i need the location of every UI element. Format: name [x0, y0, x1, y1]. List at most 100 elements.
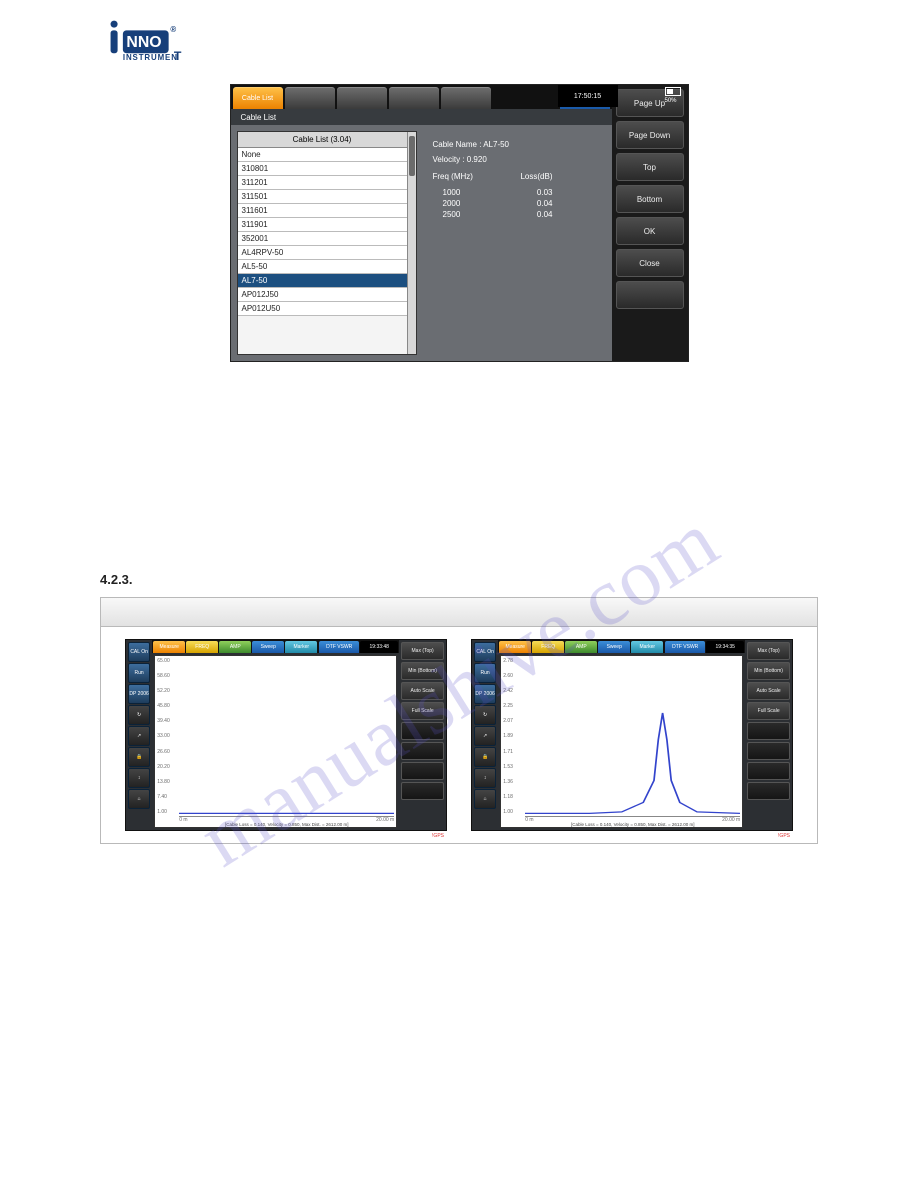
ytick: 1.71 — [503, 749, 513, 755]
mini-tab-marker[interactable]: Marker — [285, 641, 317, 653]
loss-cell: 0.04 — [493, 209, 553, 220]
left-btn-2[interactable]: DP 2006 — [474, 684, 496, 704]
cable-row[interactable]: AL4RPV-50 — [238, 246, 407, 260]
loss-cell: 0.04 — [493, 198, 553, 209]
left-btn-0[interactable]: CAL On — [474, 642, 496, 662]
cable-row[interactable]: AL7-50 — [238, 274, 407, 288]
page-down-button[interactable]: Page Down — [616, 121, 684, 149]
clock-area: 17:50:15 — [558, 85, 618, 107]
ok-button[interactable]: OK — [616, 217, 684, 245]
cable-row[interactable]: 311501 — [238, 190, 407, 204]
left-btn-6[interactable]: ↕ — [474, 768, 496, 788]
cable-row[interactable]: AL5-50 — [238, 260, 407, 274]
gps-indicator: !GPS — [432, 833, 444, 839]
scrollbar-thumb[interactable] — [409, 136, 415, 176]
cable-list-header: Cable List (3.04) — [238, 132, 407, 148]
cable-detail-panel: Cable Name : AL7-50 Velocity : 0.920 Fre… — [423, 125, 612, 361]
mini-tab-freq[interactable]: FREQ — [532, 641, 564, 653]
close-button[interactable]: Close — [616, 249, 684, 277]
cable-row[interactable]: AP012J50 — [238, 288, 407, 302]
mini-tab-freq[interactable]: FREQ — [186, 641, 218, 653]
scrollbar[interactable] — [407, 132, 416, 354]
cable-row[interactable]: 310801 — [238, 162, 407, 176]
svg-text:NNO: NNO — [126, 34, 161, 51]
tab-3[interactable] — [337, 87, 387, 109]
blank-button — [747, 762, 790, 780]
mini-tab-amp[interactable]: AMP — [565, 641, 597, 653]
top-tab-strip: Cable List Cable List — [231, 85, 612, 109]
left-btn-4[interactable]: ↗ — [128, 726, 150, 746]
ytick: 65.00 — [157, 658, 170, 664]
auto-scale-button[interactable]: Auto Scale — [401, 682, 444, 700]
full-scale-button[interactable]: Full Scale — [747, 702, 790, 720]
left-btn-6[interactable]: ↕ — [128, 768, 150, 788]
blank-button — [747, 742, 790, 760]
cable-row[interactable]: 311901 — [238, 218, 407, 232]
left-btn-1[interactable]: Run — [128, 663, 150, 683]
trace-right — [525, 658, 740, 815]
cable-row[interactable]: 352001 — [238, 232, 407, 246]
left-btn-2[interactable]: DP 2006 — [128, 684, 150, 704]
battery-percent: 50% — [665, 98, 677, 104]
ytick: 1.18 — [503, 794, 513, 800]
cable-row[interactable]: 311601 — [238, 204, 407, 218]
left-btn-4[interactable]: ↗ — [474, 726, 496, 746]
blank-button — [401, 782, 444, 800]
mini-tab-measure[interactable]: Measure — [153, 641, 185, 653]
mode-tab[interactable]: DTF VSWR — [319, 641, 359, 653]
left-btn-5[interactable]: 🔒 — [128, 747, 150, 767]
tab-cable-list[interactable]: Cable List — [233, 87, 283, 109]
tab-2[interactable] — [285, 87, 335, 109]
full-scale-button[interactable]: Full Scale — [401, 702, 444, 720]
min-bottom--button[interactable]: Min (Bottom) — [747, 662, 790, 680]
plot-footer: [Cable Loss = 0.140, Velocity = 0.850, M… — [179, 822, 394, 827]
blank-button — [747, 722, 790, 740]
tab-5[interactable] — [441, 87, 491, 109]
freq-cell: 2500 — [433, 209, 493, 220]
auto-scale-button[interactable]: Auto Scale — [747, 682, 790, 700]
left-btn-7[interactable]: ⌂ — [474, 789, 496, 809]
ytick: 45.80 — [157, 703, 170, 709]
ytick: 2.07 — [503, 718, 513, 724]
left-btn-3[interactable]: ↻ — [474, 705, 496, 725]
plot-right: 2.782.602.422.252.071.891.711.531.361.18… — [500, 655, 743, 828]
ytick: 1.00 — [503, 809, 513, 815]
mini-tab-sweep[interactable]: Sweep — [598, 641, 630, 653]
mini-tab-marker[interactable]: Marker — [631, 641, 663, 653]
trace-left — [179, 658, 394, 815]
cable-list-panel: Cable List (3.04) None310801311201311501… — [237, 131, 417, 355]
mode-tab[interactable]: DTF VSWR — [665, 641, 705, 653]
loss-cell: 0.03 — [493, 187, 553, 198]
freq-header: Freq (MHz) — [433, 171, 493, 182]
left-btn-1[interactable]: Run — [474, 663, 496, 683]
left-btn-7[interactable]: ⌂ — [128, 789, 150, 809]
left-btn-5[interactable]: 🔒 — [474, 747, 496, 767]
left-btn-0[interactable]: CAL On — [128, 642, 150, 662]
max-top--button[interactable]: Max (Top) — [747, 642, 790, 660]
left-btn-3[interactable]: ↻ — [128, 705, 150, 725]
freq-cell: 2000 — [433, 198, 493, 209]
max-top--button[interactable]: Max (Top) — [401, 642, 444, 660]
brand-logo: NNO INSTRUMEN T ® — [100, 18, 818, 62]
tab-4[interactable] — [389, 87, 439, 109]
svg-text:INSTRUMEN: INSTRUMEN — [123, 53, 178, 62]
mini-tab-sweep[interactable]: Sweep — [252, 641, 284, 653]
dual-header-bar — [101, 598, 817, 627]
bottom-button[interactable]: Bottom — [616, 185, 684, 213]
cable-row[interactable]: 311201 — [238, 176, 407, 190]
mini-tab-measure[interactable]: Measure — [499, 641, 531, 653]
ytick: 58.60 — [157, 673, 170, 679]
top-button[interactable]: Top — [616, 153, 684, 181]
min-bottom--button[interactable]: Min (Bottom) — [401, 662, 444, 680]
mini-clock: 19:34:35 — [706, 641, 744, 653]
cable-row[interactable]: None — [238, 148, 407, 162]
screenshot-left: CAL OnRunDP 2006↻↗🔒↕⌂ MeasureFREQAMPSwee… — [125, 639, 447, 831]
mini-tab-amp[interactable]: AMP — [219, 641, 251, 653]
ytick: 2.25 — [503, 703, 513, 709]
ytick: 26.60 — [157, 749, 170, 755]
cable-name-label: Cable Name : — [433, 140, 482, 149]
blank-button — [616, 281, 684, 309]
cable-list-screenshot: Cable List Cable List Cable List Cable L… — [230, 84, 689, 362]
cable-row[interactable]: AP012U50 — [238, 302, 407, 316]
ytick: 1.53 — [503, 764, 513, 770]
